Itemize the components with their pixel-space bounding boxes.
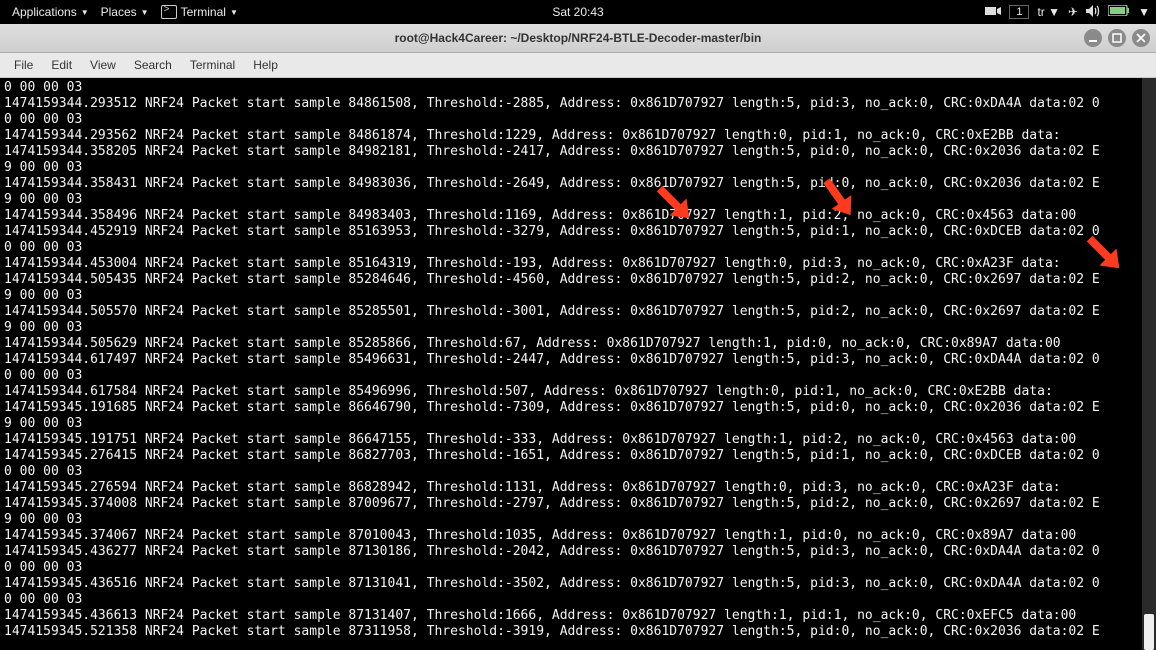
chevron-down-icon[interactable]: ▼ [1138, 5, 1150, 19]
keyboard-layout-indicator[interactable]: tr ▼ [1037, 5, 1060, 19]
close-button[interactable] [1132, 29, 1150, 47]
clock[interactable]: Sat 20:43 [552, 5, 603, 19]
terminal-output[interactable]: 0 00 00 03 1474159344.293512 NRF24 Packe… [0, 78, 1142, 650]
terminal-launcher[interactable]: Terminal ▼ [155, 5, 244, 19]
workspace-indicator[interactable]: 1 [1009, 5, 1029, 19]
menu-terminal[interactable]: Terminal [182, 56, 243, 74]
volume-icon[interactable] [1086, 5, 1100, 20]
menu-help-label: Help [253, 58, 278, 72]
chevron-down-icon: ▼ [230, 8, 238, 17]
menu-file-label: File [14, 58, 33, 72]
scrollbar-thumb[interactable] [1144, 614, 1154, 650]
airplane-mode-icon[interactable]: ✈ [1068, 5, 1078, 19]
places-menu[interactable]: Places ▼ [95, 5, 155, 19]
maximize-button[interactable] [1108, 29, 1126, 47]
menu-view-label: View [90, 58, 116, 72]
menu-edit-label: Edit [51, 58, 72, 72]
scrollbar-vertical[interactable] [1142, 78, 1156, 650]
chevron-down-icon: ▼ [141, 8, 149, 17]
terminal-icon [161, 5, 177, 19]
menu-help[interactable]: Help [245, 56, 286, 74]
keyboard-layout-text: tr [1037, 5, 1044, 19]
places-menu-label: Places [101, 5, 137, 19]
applications-menu-label: Applications [12, 5, 77, 19]
menu-view[interactable]: View [82, 56, 124, 74]
status-area: 1 tr ▼ ✈ ▼ [985, 5, 1150, 20]
menu-search-label: Search [134, 58, 172, 72]
minimize-button[interactable] [1084, 29, 1102, 47]
titlebar-controls [1084, 29, 1150, 47]
battery-icon[interactable] [1108, 5, 1130, 19]
window-title: root@Hack4Career: ~/Desktop/NRF24-BTLE-D… [395, 31, 762, 45]
menu-terminal-label: Terminal [190, 58, 235, 72]
menu-file[interactable]: File [6, 56, 41, 74]
menu-search[interactable]: Search [126, 56, 180, 74]
chevron-down-icon: ▼ [81, 8, 89, 17]
chevron-down-icon: ▼ [1048, 5, 1060, 19]
clock-text: Sat 20:43 [552, 5, 603, 19]
window-titlebar: root@Hack4Career: ~/Desktop/NRF24-BTLE-D… [0, 24, 1156, 53]
terminal-launcher-label: Terminal [181, 5, 226, 19]
terminal-menu-bar: File Edit View Search Terminal Help [0, 53, 1156, 78]
applications-menu[interactable]: Applications ▼ [6, 5, 95, 19]
workspace-number: 1 [1016, 6, 1022, 18]
terminal-area: 0 00 00 03 1474159344.293512 NRF24 Packe… [0, 78, 1156, 650]
menu-edit[interactable]: Edit [43, 56, 80, 74]
desktop-top-panel: Applications ▼ Places ▼ Terminal ▼ Sat 2… [0, 0, 1156, 24]
camera-icon[interactable] [985, 5, 1001, 20]
